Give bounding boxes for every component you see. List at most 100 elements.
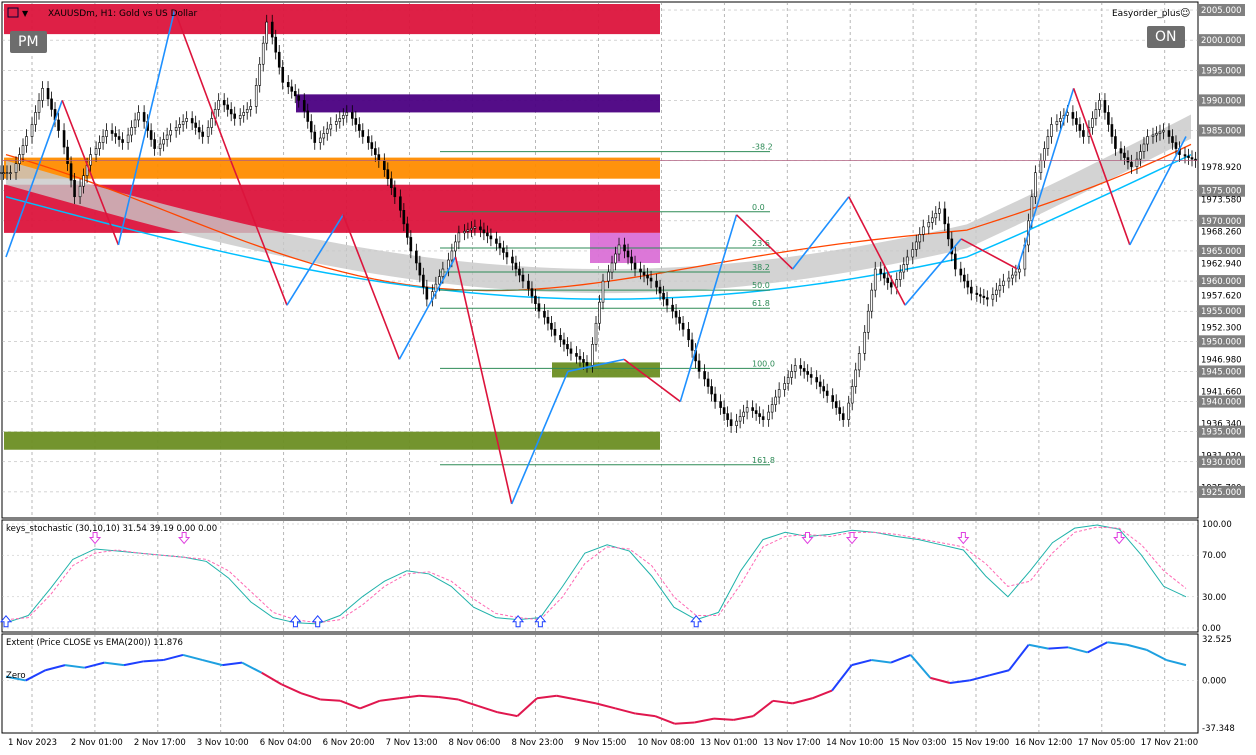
candle-body	[1146, 136, 1149, 145]
candle-body	[854, 369, 858, 387]
candle-body	[943, 208, 947, 225]
candle-body	[697, 360, 701, 372]
candle-body	[78, 185, 82, 198]
candle-body	[117, 136, 121, 140]
candle-body	[238, 115, 242, 119]
candle-body	[62, 130, 66, 148]
candle-body	[18, 154, 21, 164]
candle-body	[873, 268, 877, 291]
candle-body	[441, 268, 445, 277]
candle-body	[1187, 155, 1190, 158]
expert-smiley-icon: ☺	[1180, 8, 1190, 19]
price-axis-label: 1946.980	[1201, 356, 1242, 366]
candle-body	[911, 249, 915, 258]
extent-line-segment	[320, 698, 341, 702]
price-axis-label: 1955.000	[1201, 307, 1242, 317]
candle-body	[511, 256, 514, 264]
stochastic-panel	[1, 519, 1199, 633]
candle-body	[2, 172, 5, 174]
candle-body	[1130, 161, 1133, 167]
extent-line-segment	[418, 694, 439, 698]
time-axis-label: 6 Nov 20:00	[323, 738, 375, 748]
candle-body	[270, 21, 274, 38]
candle-body	[1014, 271, 1018, 276]
dropdown-icon: ▼	[22, 9, 29, 18]
candle-body	[790, 371, 793, 378]
candle-body	[543, 310, 546, 318]
candle-body	[678, 316, 681, 324]
candle-body	[1190, 157, 1194, 160]
candle-body	[895, 279, 899, 288]
candle-body	[975, 292, 979, 295]
zone-demand-mid	[552, 362, 660, 378]
candle-body	[1078, 124, 1082, 131]
candle-body	[822, 386, 825, 392]
candle-body	[649, 277, 653, 282]
candle-body	[258, 63, 262, 86]
candle-body	[1142, 143, 1146, 152]
candle-body	[786, 377, 790, 384]
candle-body	[937, 208, 941, 214]
candle-body	[30, 124, 34, 137]
pm-button[interactable]: PM	[10, 31, 47, 53]
candle-body	[325, 128, 329, 134]
fib-level-label: -38.2	[752, 143, 773, 152]
candle-body	[575, 353, 578, 357]
fib-level-label: 38.2	[752, 263, 770, 272]
time-axis-label: 13 Nov 17:00	[763, 738, 820, 748]
candle-body	[863, 331, 867, 354]
candle-body	[438, 276, 441, 285]
candle-body	[1043, 148, 1046, 161]
trading-chart[interactable]: -38.20.023.638.250.061.8100.0161.82005.0…	[0, 0, 1256, 751]
candle-body	[249, 106, 253, 110]
candle-body	[201, 131, 204, 137]
candle-body	[726, 413, 729, 420]
candle-body	[582, 359, 585, 363]
candle-body	[1002, 280, 1005, 286]
candle-body	[393, 187, 397, 198]
candle-body	[281, 66, 285, 83]
candle-body	[206, 127, 210, 137]
symbol-title: XAUUSDm, H1: Gold vs US Dollar	[48, 9, 198, 19]
candle-body	[334, 121, 338, 125]
candle-body	[313, 131, 317, 143]
candle-body	[98, 142, 101, 149]
time-axis-label: 17 Nov 05:00	[1078, 738, 1135, 748]
price-axis-label: 1973.580	[1201, 195, 1242, 205]
candle-body	[946, 223, 950, 240]
candle-body	[357, 124, 361, 131]
time-axis-label: 2 Nov 17:00	[134, 738, 186, 748]
candle-body	[889, 282, 893, 288]
candle-body	[399, 196, 402, 211]
candle-body	[825, 390, 829, 396]
candle-body	[367, 136, 370, 143]
candle-body	[222, 100, 226, 106]
zone-demand-low	[4, 431, 660, 450]
on-button[interactable]: ON	[1147, 26, 1185, 48]
candle-body	[254, 85, 258, 107]
candle-body	[970, 286, 973, 294]
extent-line-segment	[143, 659, 164, 663]
candle-body	[1123, 152, 1126, 158]
candle-body	[617, 244, 621, 255]
candle-body	[505, 252, 509, 258]
candle-body	[486, 232, 489, 237]
candle-body	[857, 353, 861, 371]
candle-body	[719, 401, 722, 408]
candle-body	[473, 226, 477, 229]
candle-body	[722, 407, 726, 414]
chart-root: -38.2 0.0 23.6 38.2 50.0 61.8 100.0 161.8 2005.0…	[0, 0, 1256, 751]
candle-body	[245, 109, 249, 113]
candle-body	[553, 328, 557, 336]
candle-body	[838, 407, 842, 414]
candle-body	[1082, 130, 1085, 137]
candle-body	[94, 148, 98, 155]
candle-body	[454, 241, 457, 252]
candle-body	[623, 244, 626, 252]
candle-body	[386, 169, 390, 179]
candle-body	[329, 124, 333, 130]
price-axis-label: 1978.920	[1201, 163, 1242, 173]
candle-body	[1126, 157, 1130, 163]
candle-body	[687, 328, 690, 341]
candle-body	[953, 253, 957, 270]
